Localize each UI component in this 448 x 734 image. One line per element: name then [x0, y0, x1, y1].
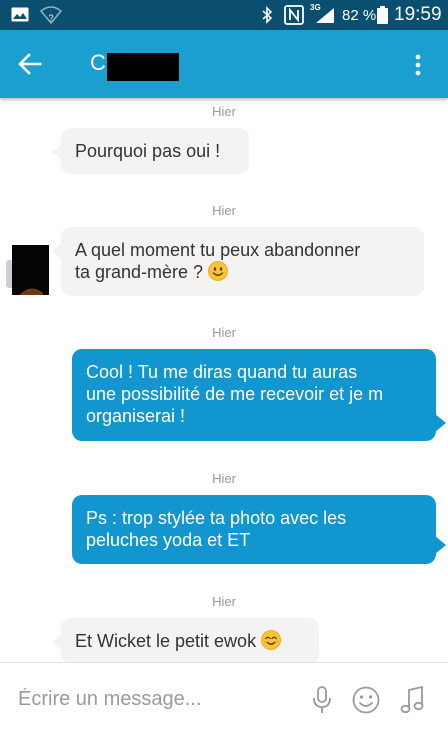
signal-icon [316, 8, 334, 23]
conversation-thread[interactable]: Hier Pourquoi pas oui ! Hier A quel mome… [0, 98, 448, 662]
message-bubble-outgoing[interactable]: Ps : trop stylée ta photo avec les peluc… [72, 495, 436, 564]
microphone-button[interactable] [311, 685, 333, 715]
day-separator: Hier [212, 471, 236, 486]
message-text-line: peluches yoda et ET [86, 530, 251, 550]
message-text-line: organiserai ! [86, 406, 186, 426]
smiling-face-icon [208, 261, 228, 281]
day-separator: Hier [212, 104, 236, 119]
svg-text:?: ? [48, 13, 53, 23]
message-text-line: A quel moment tu peux abandonner [75, 240, 361, 260]
wifi-icon: ? [40, 6, 62, 24]
message-bubble-incoming[interactable]: Et Wicket le petit ewok [61, 618, 319, 662]
message-composer [0, 662, 448, 734]
message-text-line: une possibilité de me recevoir et je m [86, 384, 384, 404]
message-bubble-incoming[interactable]: Pourquoi pas oui ! [61, 128, 249, 174]
message-text: Pourquoi pas oui ! [75, 141, 221, 161]
battery-percent: 82 % [342, 7, 377, 24]
day-separator: Hier [212, 594, 236, 609]
contact-name[interactable]: C [90, 50, 106, 76]
day-separator: Hier [212, 325, 236, 340]
music-note-button[interactable] [400, 685, 426, 715]
emoji-picker-button[interactable] [351, 685, 381, 715]
day-separator: Hier [212, 203, 236, 218]
bubble-tail [435, 536, 446, 554]
message-text: Et Wicket le petit ewok [75, 631, 257, 651]
message-bubble-incoming[interactable]: A quel moment tu peux abandonner ta gran… [61, 227, 424, 296]
clock: 19:59 [394, 4, 442, 25]
nfc-icon [284, 5, 304, 25]
message-bubble-outgoing[interactable]: Cool ! Tu me diras quand tu auras une po… [72, 349, 436, 441]
gallery-icon [11, 7, 29, 22]
bubble-tail [435, 414, 446, 432]
app-bar: C [0, 30, 448, 98]
battery-icon [377, 6, 388, 24]
bluetooth-icon [262, 6, 273, 24]
status-bar: ? 3G 82 % 19:59 [0, 0, 448, 30]
smiling-eyes-face-icon [261, 630, 281, 650]
message-text-line: ta grand-mère ? [75, 262, 204, 282]
message-text-line: Ps : trop stylée ta photo avec les [86, 508, 347, 528]
message-text-line: Cool ! Tu me diras quand tu auras [86, 362, 358, 382]
more-options-button[interactable] [408, 50, 428, 80]
contact-avatar [5, 243, 49, 299]
redacted-name-block [107, 53, 179, 81]
message-input[interactable] [18, 683, 288, 715]
back-button[interactable] [14, 48, 46, 80]
